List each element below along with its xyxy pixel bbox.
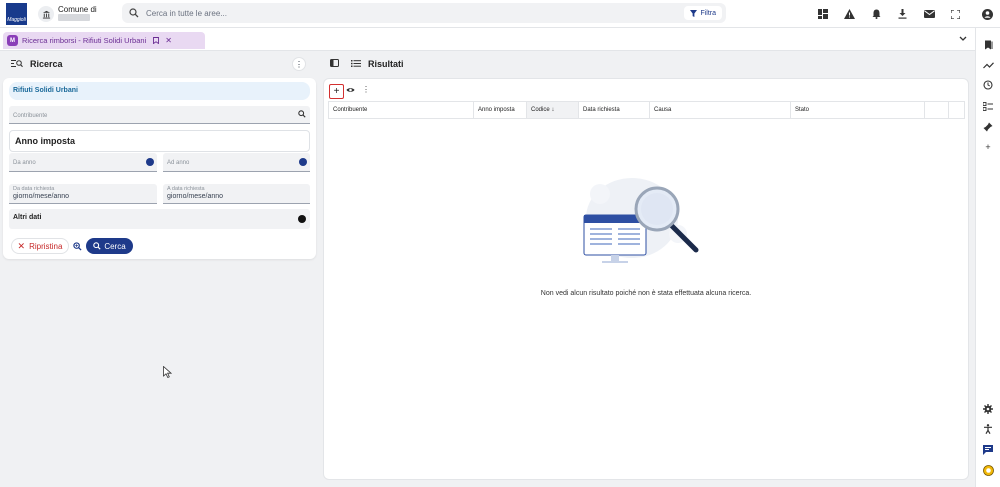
comune-icon[interactable]	[38, 6, 54, 22]
bookmark-icon[interactable]	[153, 37, 160, 44]
close-icon[interactable]: ✕	[165, 36, 172, 45]
add-button[interactable]: +	[329, 84, 344, 99]
settings-icon[interactable]	[981, 402, 995, 416]
search-button-label: Cerca	[104, 241, 126, 251]
a-data-value: giorno/mese/anno	[167, 193, 224, 200]
download-icon[interactable]	[894, 6, 910, 22]
maggioli-logo[interactable]: Maggioli	[6, 3, 27, 25]
history-icon[interactable]	[981, 78, 995, 92]
bell-icon[interactable]	[868, 6, 884, 22]
chat-icon[interactable]	[981, 443, 995, 457]
column-header[interactable]: Data richiesta	[579, 102, 650, 118]
search-icon	[93, 242, 101, 250]
search-icon	[129, 8, 139, 18]
altri-dati-label: Altri dati	[13, 214, 42, 221]
add-icon[interactable]: +	[981, 140, 995, 154]
tributo-chip[interactable]: Rifiuti Solidi Urbani	[9, 82, 310, 100]
tab-badge: M	[7, 35, 18, 46]
search-button[interactable]: Cerca	[86, 238, 133, 254]
column-header-sorted[interactable]: Codice ↓	[527, 102, 579, 118]
results-panel-title: Risultati	[368, 59, 404, 69]
list-icon	[351, 60, 361, 67]
zoom-search-icon[interactable]	[70, 239, 84, 253]
da-data-value: giorno/mese/anno	[13, 193, 70, 200]
comune-name-redacted	[58, 14, 90, 21]
filter-label: Filtra	[700, 9, 716, 17]
chevron-down-icon[interactable]	[959, 36, 967, 42]
close-icon: ✕	[17, 240, 26, 251]
column-header[interactable]: Causa	[650, 102, 791, 118]
results-grid-header: Contribuente Anno imposta Codice ↓ Data …	[328, 101, 965, 119]
column-header[interactable]: Contribuente	[329, 102, 474, 118]
da-data-richiesta-field[interactable]: Da data richiesta giorno/mese/anno	[9, 184, 157, 204]
warning-icon[interactable]	[841, 6, 857, 22]
empty-results-message: Non vedi alcun risultato poiché non è st…	[540, 290, 752, 297]
search-list-icon	[11, 60, 23, 68]
top-bar: Maggioli Comune di Cerca in tutte le are…	[0, 0, 1000, 28]
altri-dati-expander[interactable]: Altri dati	[9, 209, 310, 229]
fullscreen-icon[interactable]	[947, 6, 963, 22]
eye-icon[interactable]	[346, 87, 355, 93]
expand-icon[interactable]	[298, 215, 306, 223]
da-anno-stepper-icon[interactable]	[146, 158, 154, 166]
mouse-cursor-icon	[163, 366, 172, 378]
column-header-spacer	[925, 102, 949, 118]
results-card: + ⋮ Contribuente Anno imposta Codice ↓ D…	[323, 78, 969, 480]
tab-ricerca-rimborsi[interactable]: M Ricerca rimborsi - Rifiuti Solidi Urba…	[3, 32, 205, 49]
column-header[interactable]: Anno imposta	[474, 102, 527, 118]
search-input[interactable]: Cerca in tutte le aree...	[146, 9, 227, 18]
sidebar-toggle-icon[interactable]	[330, 59, 339, 67]
right-rail: +	[975, 28, 1000, 487]
filter-button[interactable]: Filtra	[684, 6, 722, 20]
search-panel-menu-button[interactable]: ⋮	[292, 57, 306, 71]
da-data-label: Da data richiesta	[13, 186, 55, 192]
sort-desc-icon: ↓	[551, 107, 555, 113]
reset-label: Ripristina	[29, 241, 63, 251]
empty-results-illustration	[583, 178, 699, 263]
accessibility-icon[interactable]	[981, 422, 995, 436]
contribuente-placeholder: Contribuente	[13, 113, 48, 119]
account-icon[interactable]	[979, 6, 995, 22]
a-data-richiesta-field[interactable]: A data richiesta giorno/mese/anno	[163, 184, 310, 204]
column-header[interactable]: Stato	[791, 102, 925, 118]
search-icon[interactable]	[298, 110, 306, 118]
anno-imposta-section-title: Anno imposta	[9, 130, 310, 152]
bookmarks-icon[interactable]	[981, 38, 995, 52]
filter-icon	[690, 9, 698, 17]
apps-icon[interactable]	[815, 6, 831, 22]
ad-anno-stepper-icon[interactable]	[299, 158, 307, 166]
support-icon[interactable]	[981, 463, 995, 477]
da-anno-field[interactable]: Da anno	[9, 153, 157, 172]
comune-label: Comune di	[58, 5, 97, 14]
contribuente-field[interactable]: Contribuente	[9, 106, 310, 124]
ad-anno-field[interactable]: Ad anno	[163, 153, 310, 172]
search-panel-title: Ricerca	[30, 59, 63, 69]
pin-icon[interactable]	[981, 120, 995, 134]
global-search[interactable]: Cerca in tutte le aree... Filtra	[122, 3, 726, 23]
da-anno-placeholder: Da anno	[13, 160, 36, 166]
ad-anno-placeholder: Ad anno	[167, 160, 190, 166]
tab-title: Ricerca rimborsi - Rifiuti Solidi Urbani	[22, 36, 147, 45]
logo-text: Maggioli	[7, 17, 26, 23]
a-data-label: A data richiesta	[167, 186, 205, 192]
search-form-card: Rifiuti Solidi Urbani Contribuente Anno …	[3, 78, 316, 259]
checklist-icon[interactable]	[981, 99, 995, 113]
trending-icon[interactable]	[981, 58, 995, 72]
reset-button[interactable]: ✕ Ripristina	[11, 238, 69, 254]
tab-bar: M Ricerca rimborsi - Rifiuti Solidi Urba…	[0, 28, 975, 51]
more-options-icon[interactable]: ⋮	[362, 85, 370, 94]
mail-icon[interactable]	[921, 6, 937, 22]
